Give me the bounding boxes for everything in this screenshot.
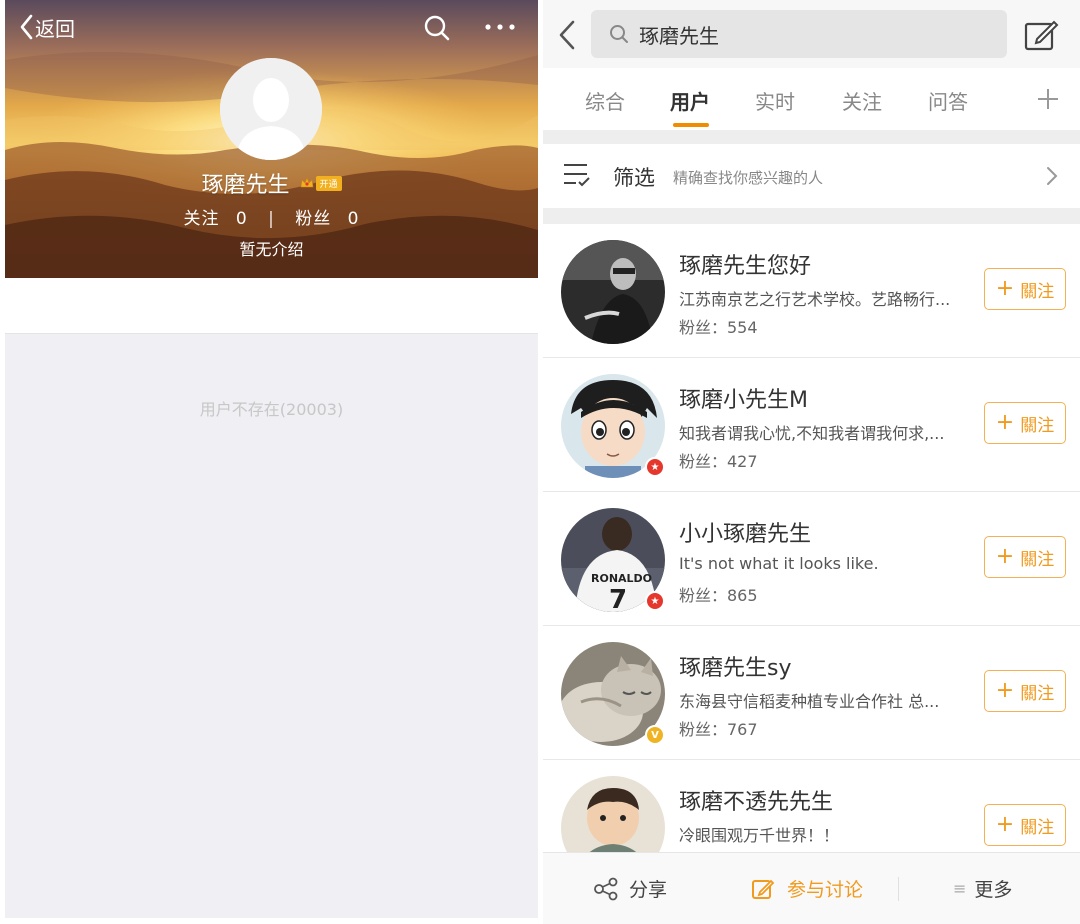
search-input[interactable]: 琢磨先生 [591,10,1007,58]
vip-badge[interactable]: 开通 [300,175,342,191]
back-button[interactable]: 返回 [19,12,75,42]
follow-button[interactable]: + 關注 [984,402,1066,444]
section-gap [543,208,1080,224]
tab-all[interactable]: 综合 [585,86,625,115]
chevron-right-icon [1047,167,1058,185]
default-person-icon [220,58,322,160]
tab-users[interactable]: 用户 [670,86,710,115]
profile-name: 琢磨先生 [201,173,290,198]
user-name: 小小琢磨先生 [679,522,812,547]
fans-count: 0 [347,209,360,229]
user-description: It's not what it looks like. [679,554,879,573]
search-tabs: 综合 用户 实时 关注 问答 [543,68,1080,130]
user-description: 江苏南京艺之行艺术学校。艺路畅行... [679,290,951,309]
crown-icon [300,177,313,188]
red-verified-badge-icon: ★ [645,591,665,611]
filter-list-icon [564,164,590,187]
discuss-button[interactable]: 参与讨论 [751,875,863,902]
share-label: 分享 [629,879,668,901]
section-gap [543,130,1080,144]
red-verified-badge-icon: ★ [645,457,665,477]
follow-label: 關注 [1020,281,1055,302]
fans-label: 粉丝 [295,209,332,229]
error-message: 用户不存在(20003) [199,400,344,419]
active-tab-indicator [673,123,709,127]
user-fans: 粉丝：767 [679,720,758,739]
compose-icon[interactable] [1023,18,1059,52]
user-result-row[interactable]: RONALDO 7 ★ 小小琢磨先生 It's not what it look… [543,492,1080,626]
back-chevron-icon[interactable] [555,18,579,52]
chevron-left-icon [20,14,33,40]
bottom-action-bar: 分享 参与讨论 ≡ 更多 [543,852,1080,924]
more-button[interactable]: ≡ 更多 [953,875,1012,902]
more-dots-icon[interactable] [483,18,517,38]
plus-icon: + [995,544,1015,569]
follow-button[interactable]: + 關注 [984,670,1066,712]
more-label: 更多 [974,879,1013,901]
svg-text:RONALDO: RONALDO [591,572,652,585]
filter-hint: 精确查找你感兴趣的人 [673,169,824,187]
plus-icon: + [995,410,1015,435]
user-fans: 粉丝：554 [679,318,758,337]
share-icon [594,877,618,900]
filter-label: 筛选 [613,166,655,190]
plus-icon: + [995,678,1015,703]
follow-button[interactable]: + 關注 [984,268,1066,310]
search-header: 琢磨先生 [543,0,1080,68]
user-result-row[interactable]: 琢磨先生您好 江苏南京艺之行艺术学校。艺路畅行... 粉丝：554 + 關注 [543,224,1080,358]
search-icon[interactable] [423,14,451,42]
back-label: 返回 [35,16,75,41]
user-name: 琢磨不透先先生 [679,790,834,815]
user-result-row[interactable]: V 琢磨先生sy 东海县守信稻麦种植专业合作社 总... 粉丝：767 + 關注 [543,626,1080,760]
user-name: 琢磨先生sy [679,656,792,681]
tab-qa[interactable]: 问答 [928,86,968,115]
user-fans: 粉丝：427 [679,452,758,471]
avatar[interactable] [561,240,665,344]
filter-row[interactable]: 筛选 精确查找你感兴趣的人 [543,144,1080,208]
follow-count: 0 [235,209,248,229]
profile-intro: 暂无介绍 [239,240,304,259]
search-results-page: 琢磨先生 综合 用户 实时 关注 问答 筛选 精确查找你感兴趣的人 琢磨先生您好… [543,0,1080,924]
profile-header-cover: 返回 琢磨先生 开通 关注 0 | 粉丝 0 暂无介绍 [5,0,538,278]
follow-label: 關注 [1020,683,1055,704]
plus-icon: + [995,276,1015,301]
vip-tag: 开通 [315,175,342,191]
plus-icon: + [995,812,1015,837]
profile-stats: 关注 0 | 粉丝 0 [5,204,538,229]
svg-text:7: 7 [609,585,627,612]
follow-stat[interactable]: 关注 0 [183,204,247,229]
follow-label: 關注 [1020,549,1055,570]
tab-realtime[interactable]: 实时 [755,86,795,115]
user-name: 琢磨先生您好 [679,254,812,279]
user-description: 知我者谓我心忧,不知我者谓我何求,... [679,424,945,443]
avatar-photo-bw-man [561,240,665,344]
user-description: 冷眼围观万千世界！！ [679,826,840,845]
user-description: 东海县守信稻麦种植专业合作社 总... [679,692,940,711]
follow-label: 关注 [183,209,220,229]
user-fans: 粉丝：865 [679,586,758,605]
user-result-row[interactable]: ★ 琢磨小先生M 知我者谓我心忧,不知我者谓我何求,... 粉丝：427 + 關… [543,358,1080,492]
stats-separator: | [268,209,275,229]
search-icon [610,25,628,43]
user-name: 琢磨小先生M [679,388,808,413]
search-query: 琢磨先生 [639,23,719,48]
profile-tab-strip [5,278,538,334]
profile-page: 返回 琢磨先生 开通 关注 0 | 粉丝 0 暂无介绍 用户不存在(20003) [5,0,538,918]
gold-verified-badge-icon: V [645,725,665,745]
add-tab-icon[interactable] [1037,88,1059,110]
discuss-label: 参与讨论 [787,879,864,901]
menu-lines-icon: ≡ [953,879,967,898]
share-button[interactable]: 分享 [593,875,667,902]
profile-avatar[interactable] [220,58,322,160]
follow-label: 關注 [1020,415,1055,436]
follow-button[interactable]: + 關注 [984,536,1066,578]
fans-stat[interactable]: 粉丝 0 [295,204,359,229]
profile-name-row: 琢磨先生 开通 [5,166,538,200]
profile-topbar: 返回 [5,0,538,56]
edit-icon [752,879,775,899]
follow-button[interactable]: + 關注 [984,804,1066,846]
follow-label: 關注 [1020,817,1055,838]
bar-separator [898,877,899,901]
tab-following[interactable]: 关注 [842,86,882,115]
